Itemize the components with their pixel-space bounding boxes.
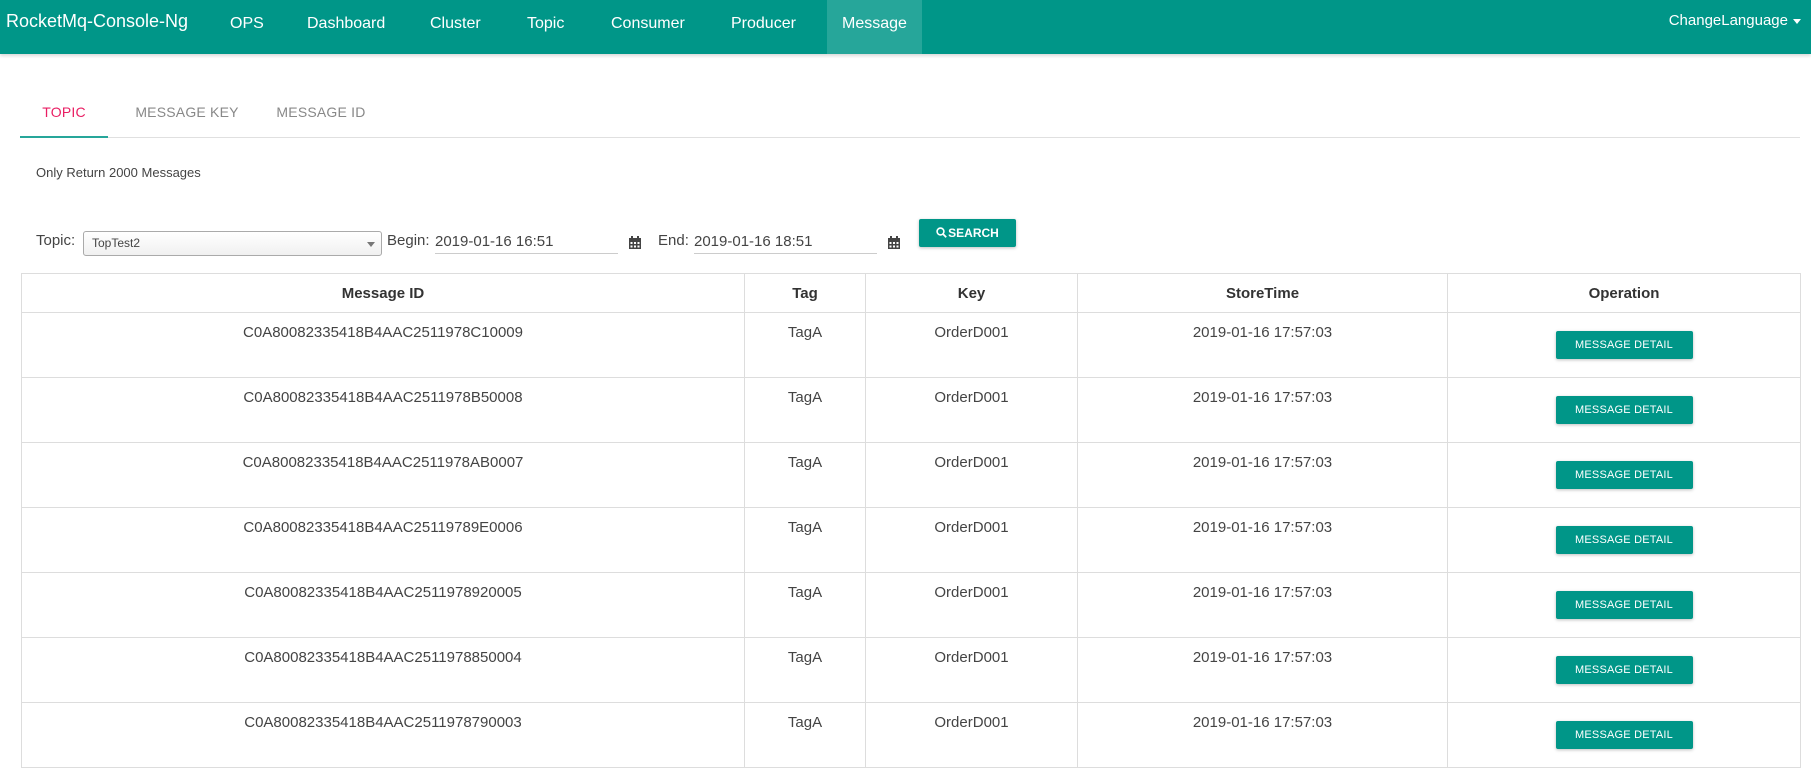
topic-select[interactable]: TopTest2 xyxy=(83,231,382,256)
message-detail-button[interactable]: MESSAGE DETAIL xyxy=(1555,461,1693,489)
column-header-message-id: Message ID xyxy=(21,273,745,313)
search-button[interactable]: SEARCH xyxy=(919,219,1016,247)
message-id-cell: C0A80082335418B4AAC2511978B50008 xyxy=(21,377,745,443)
operation-cell: MESSAGE DETAIL xyxy=(1447,442,1801,508)
operation-cell: MESSAGE DETAIL xyxy=(1447,377,1801,443)
calendar-icon[interactable] xyxy=(887,236,901,250)
table-row: C0A80082335418B4AAC2511978B50008 TagA Or… xyxy=(21,377,1801,443)
search-mode-tabs: TOPIC MESSAGE KEY MESSAGE ID xyxy=(20,88,1800,138)
nav-item-consumer[interactable]: Consumer xyxy=(596,0,700,54)
table-row: C0A80082335418B4AAC25119789E0006 TagA Or… xyxy=(21,507,1801,573)
storetime-cell: 2019-01-16 17:57:03 xyxy=(1077,507,1448,573)
tag-cell: TagA xyxy=(744,572,866,638)
begin-date-input[interactable] xyxy=(435,229,618,254)
nav-item-cluster[interactable]: Cluster xyxy=(415,0,496,54)
message-detail-button[interactable]: MESSAGE DETAIL xyxy=(1555,331,1693,359)
nav-item-topic[interactable]: Topic xyxy=(512,0,579,54)
key-cell: OrderD001 xyxy=(865,637,1078,703)
message-id-cell: C0A80082335418B4AAC2511978C10009 xyxy=(21,312,745,378)
column-header-key: Key xyxy=(865,273,1078,313)
tag-cell: TagA xyxy=(744,377,866,443)
storetime-cell: 2019-01-16 17:57:03 xyxy=(1077,312,1448,378)
message-detail-button[interactable]: MESSAGE DETAIL xyxy=(1555,656,1693,684)
calendar-icon[interactable] xyxy=(628,236,642,250)
storetime-cell: 2019-01-16 17:57:03 xyxy=(1077,377,1448,443)
key-cell: OrderD001 xyxy=(865,377,1078,443)
change-language-dropdown[interactable]: ChangeLanguage xyxy=(1669,0,1801,42)
message-id-cell: C0A80082335418B4AAC25119789E0006 xyxy=(21,507,745,573)
operation-cell: MESSAGE DETAIL xyxy=(1447,572,1801,638)
nav-item-ops[interactable]: OPS xyxy=(215,0,279,54)
tag-cell: TagA xyxy=(744,702,866,768)
message-id-cell: C0A80082335418B4AAC2511978AB0007 xyxy=(21,442,745,508)
operation-cell: MESSAGE DETAIL xyxy=(1447,702,1801,768)
tab-message-id[interactable]: MESSAGE ID xyxy=(266,88,376,138)
brand-logo[interactable]: RocketMq-Console-Ng xyxy=(6,11,188,32)
message-table: Message ID Tag Key StoreTime Operation C… xyxy=(21,273,1801,768)
storetime-cell: 2019-01-16 17:57:03 xyxy=(1077,637,1448,703)
key-cell: OrderD001 xyxy=(865,442,1078,508)
table-row: C0A80082335418B4AAC2511978AB0007 TagA Or… xyxy=(21,442,1801,508)
key-cell: OrderD001 xyxy=(865,702,1078,768)
nav-item-dashboard[interactable]: Dashboard xyxy=(292,0,400,54)
caret-down-icon xyxy=(1793,18,1801,24)
storetime-cell: 2019-01-16 17:57:03 xyxy=(1077,572,1448,638)
topic-label: Topic: xyxy=(36,232,76,249)
tag-cell: TagA xyxy=(744,442,866,508)
change-language-label: ChangeLanguage xyxy=(1668,12,1788,29)
search-icon xyxy=(936,227,947,238)
message-detail-button[interactable]: MESSAGE DETAIL xyxy=(1555,396,1693,424)
nav-item-producer[interactable]: Producer xyxy=(716,0,811,54)
topic-select-value: TopTest2 xyxy=(92,236,141,250)
tag-cell: TagA xyxy=(744,637,866,703)
message-id-cell: C0A80082335418B4AAC2511978790003 xyxy=(21,702,745,768)
key-cell: OrderD001 xyxy=(865,572,1078,638)
message-id-cell: C0A80082335418B4AAC2511978850004 xyxy=(21,637,745,703)
column-header-tag: Tag xyxy=(744,273,866,313)
tab-topic[interactable]: TOPIC xyxy=(20,88,108,138)
result-limit-notice: Only Return 2000 Messages xyxy=(36,165,201,180)
key-cell: OrderD001 xyxy=(865,312,1078,378)
table-row: C0A80082335418B4AAC2511978C10009 TagA Or… xyxy=(21,312,1801,378)
table-header-row: Message ID Tag Key StoreTime Operation xyxy=(21,273,1801,313)
chevron-down-icon xyxy=(367,242,375,247)
operation-cell: MESSAGE DETAIL xyxy=(1447,637,1801,703)
search-form: Topic: TopTest2 Begin: End: SEARCH xyxy=(36,216,1136,256)
nav-item-message[interactable]: Message xyxy=(827,0,922,54)
table-row: C0A80082335418B4AAC2511978920005 TagA Or… xyxy=(21,572,1801,638)
end-label: End: xyxy=(658,232,689,249)
operation-cell: MESSAGE DETAIL xyxy=(1447,312,1801,378)
message-detail-button[interactable]: MESSAGE DETAIL xyxy=(1555,721,1693,749)
top-navbar: RocketMq-Console-Ng OPS Dashboard Cluste… xyxy=(0,0,1811,54)
key-cell: OrderD001 xyxy=(865,507,1078,573)
storetime-cell: 2019-01-16 17:57:03 xyxy=(1077,442,1448,508)
tag-cell: TagA xyxy=(744,507,866,573)
column-header-operation: Operation xyxy=(1447,273,1801,313)
column-header-storetime: StoreTime xyxy=(1077,273,1448,313)
message-detail-button[interactable]: MESSAGE DETAIL xyxy=(1555,591,1693,619)
search-button-label: SEARCH xyxy=(948,226,999,240)
tag-cell: TagA xyxy=(744,312,866,378)
end-date-input[interactable] xyxy=(694,229,877,254)
storetime-cell: 2019-01-16 17:57:03 xyxy=(1077,702,1448,768)
begin-label: Begin: xyxy=(387,232,430,249)
table-row: C0A80082335418B4AAC2511978850004 TagA Or… xyxy=(21,637,1801,703)
operation-cell: MESSAGE DETAIL xyxy=(1447,507,1801,573)
message-detail-button[interactable]: MESSAGE DETAIL xyxy=(1555,526,1693,554)
tab-message-key[interactable]: MESSAGE KEY xyxy=(127,88,247,138)
table-row: C0A80082335418B4AAC2511978790003 TagA Or… xyxy=(21,702,1801,768)
message-id-cell: C0A80082335418B4AAC2511978920005 xyxy=(21,572,745,638)
